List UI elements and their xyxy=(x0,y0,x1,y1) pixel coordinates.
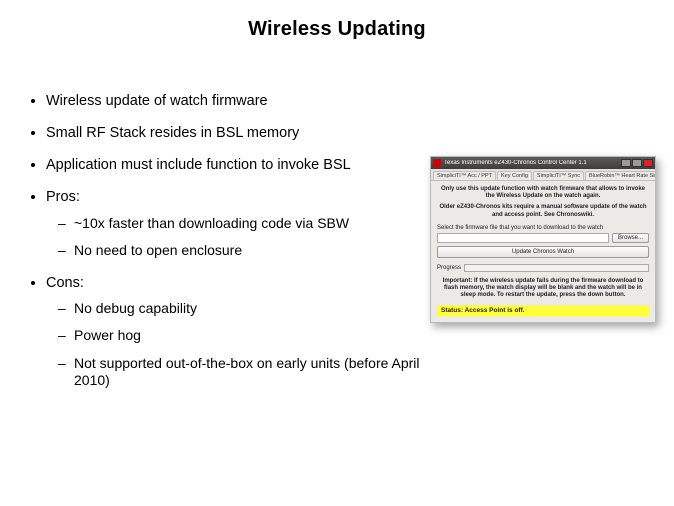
slide: Wireless Updating Wireless update of wat… xyxy=(0,0,674,506)
sub-text: No need to open enclosure xyxy=(74,242,242,258)
sub-item: No debug capability xyxy=(58,300,426,318)
sub-text: Not supported out-of-the-box on early un… xyxy=(74,355,420,389)
bullet-text: Cons: xyxy=(46,275,84,291)
sub-item: Power hog xyxy=(58,327,426,345)
sub-item: Not supported out-of-the-box on early un… xyxy=(58,355,426,390)
tab-panel: Only use this update function with watch… xyxy=(431,181,655,322)
tab-simpliciti-sync[interactable]: SimpliciTI™ Sync xyxy=(533,171,584,180)
ti-logo-icon xyxy=(433,159,441,167)
tab-bar: SimpliciTI™ Acc / PPT Key Config Simplic… xyxy=(431,169,655,181)
bullet-text: Application must include function to inv… xyxy=(46,157,351,173)
app-window: Texas Instruments eZ430-Chronos Control … xyxy=(430,156,656,323)
bullet-text: Wireless update of watch firmware xyxy=(46,93,268,109)
bullet-item: Application must include function to inv… xyxy=(46,156,426,174)
status-bar: Status: Access Point is off. xyxy=(437,305,649,316)
bullet-text: Small RF Stack resides in BSL memory xyxy=(46,125,299,141)
bullet-item: Wireless update of watch firmware xyxy=(46,92,426,110)
sub-list: ~10x faster than downloading code via SB… xyxy=(46,215,426,260)
sub-item: ~10x faster than downloading code via SB… xyxy=(58,215,426,233)
sub-item: No need to open enclosure xyxy=(58,242,426,260)
firmware-file-input[interactable] xyxy=(437,233,609,243)
tab-bluerobin[interactable]: BlueRobin™ Heart Rate Sim xyxy=(585,171,655,180)
sub-text: No debug capability xyxy=(74,300,197,316)
sub-text: Power hog xyxy=(74,327,141,343)
status-value: Access Point is off. xyxy=(465,307,525,314)
bullet-item: Cons: No debug capability Power hog Not … xyxy=(46,274,426,390)
note-older: Older eZ430-Chronos kits require a manua… xyxy=(437,204,649,218)
bullet-text: Pros: xyxy=(46,189,80,205)
status-label: Status: xyxy=(441,307,463,314)
maximize-button[interactable] xyxy=(632,159,642,167)
progress-label: Progress xyxy=(437,265,461,271)
bullet-item: Pros: ~10x faster than downloading code … xyxy=(46,188,426,259)
tab-key-config[interactable]: Key Config xyxy=(497,171,532,180)
progress-bar xyxy=(464,264,649,272)
slide-title: Wireless Updating xyxy=(0,0,674,41)
update-watch-button[interactable]: Update Chronos Watch xyxy=(437,246,649,258)
embedded-screenshot: Texas Instruments eZ430-Chronos Control … xyxy=(430,156,654,323)
sub-text: ~10x faster than downloading code via SB… xyxy=(74,215,349,231)
bullet-list: Wireless update of watch firmware Small … xyxy=(26,92,426,390)
titlebar: Texas Instruments eZ430-Chronos Control … xyxy=(431,157,655,169)
browse-button[interactable]: Browse... xyxy=(612,233,649,243)
sub-list: No debug capability Power hog Not suppor… xyxy=(46,300,426,390)
bullet-item: Small RF Stack resides in BSL memory xyxy=(46,124,426,142)
slide-body: Wireless update of watch firmware Small … xyxy=(26,92,426,404)
progress-row: Progress xyxy=(437,264,649,272)
select-file-label: Select the firmware file that you want t… xyxy=(437,225,649,231)
close-button[interactable] xyxy=(643,159,653,167)
window-title: Texas Instruments eZ430-Chronos Control … xyxy=(444,160,620,166)
file-row: Browse... xyxy=(437,233,649,243)
minimize-button[interactable] xyxy=(621,159,631,167)
tab-simpliciti-acc[interactable]: SimpliciTI™ Acc / PPT xyxy=(433,171,496,180)
note-main: Only use this update function with watch… xyxy=(437,186,649,200)
important-note: Important: If the wireless update fails … xyxy=(437,278,649,300)
